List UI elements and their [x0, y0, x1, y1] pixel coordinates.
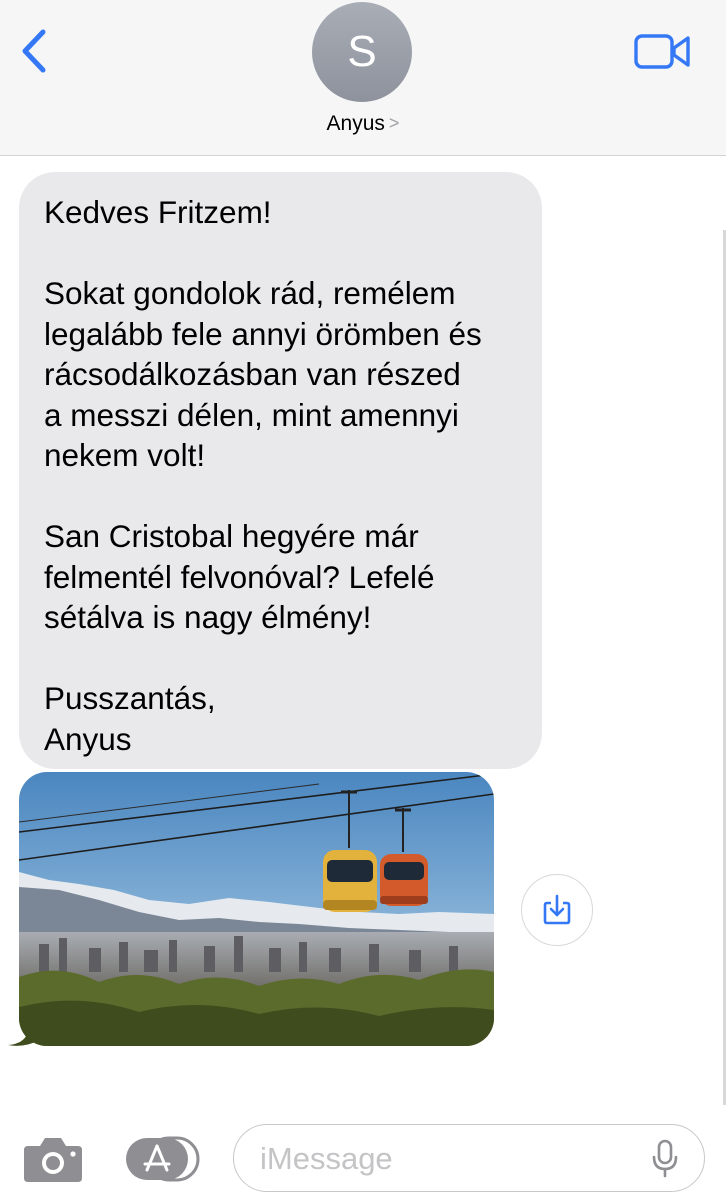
- video-call-button[interactable]: [634, 32, 692, 72]
- message-line: [44, 638, 517, 679]
- message-line: Sokat gondolok rád, remélem: [44, 275, 456, 311]
- app-store-icon: [126, 1136, 200, 1182]
- download-icon: [543, 894, 571, 925]
- contact-name-row[interactable]: Anyus >: [0, 112, 726, 136]
- chevron-right-icon: >: [388, 113, 400, 133]
- message-line: Kedves Fritzem!: [44, 194, 272, 230]
- conversation-header: S Anyus >: [0, 0, 726, 156]
- camera-icon: [24, 1138, 82, 1182]
- contact-avatar[interactable]: S: [312, 2, 412, 102]
- dictation-button[interactable]: [650, 1139, 680, 1179]
- message-line: rácsodálkozásban van részed: [44, 356, 461, 392]
- message-line: sétálva is nagy élmény!: [44, 599, 372, 635]
- contact-name: Anyus: [326, 112, 385, 135]
- message-line: legalább fele annyi örömben és: [44, 315, 482, 352]
- photo-attachment[interactable]: [19, 772, 494, 1046]
- camera-button[interactable]: [22, 1134, 84, 1184]
- message-line: San Cristobal hegyére már: [44, 518, 419, 554]
- received-message-bubble[interactable]: Kedves Fritzem! Sokat gondolok rád, remé…: [19, 172, 542, 769]
- message-line: [44, 476, 517, 517]
- back-chevron-icon: [22, 29, 46, 73]
- message-line: a messzi délen, mint amennyi: [44, 396, 459, 433]
- bubble-tail: [8, 1018, 40, 1046]
- avatar-initial: S: [347, 27, 377, 76]
- message-line: [44, 233, 517, 274]
- video-camera-icon: [634, 34, 690, 69]
- message-line: nekem volt!: [44, 437, 206, 473]
- microphone-icon: [652, 1139, 678, 1178]
- app-store-button[interactable]: [126, 1134, 200, 1184]
- back-button[interactable]: [14, 26, 54, 76]
- message-input[interactable]: iMessage: [233, 1124, 705, 1192]
- input-placeholder: iMessage: [260, 1141, 393, 1176]
- message-line: felmentél felvonóval? Lefelé: [44, 558, 435, 595]
- save-photo-button[interactable]: [521, 874, 593, 946]
- cable-car-photo: [19, 772, 494, 1046]
- message-line: Anyus: [44, 720, 132, 757]
- message-line: Pusszantás,: [44, 680, 216, 716]
